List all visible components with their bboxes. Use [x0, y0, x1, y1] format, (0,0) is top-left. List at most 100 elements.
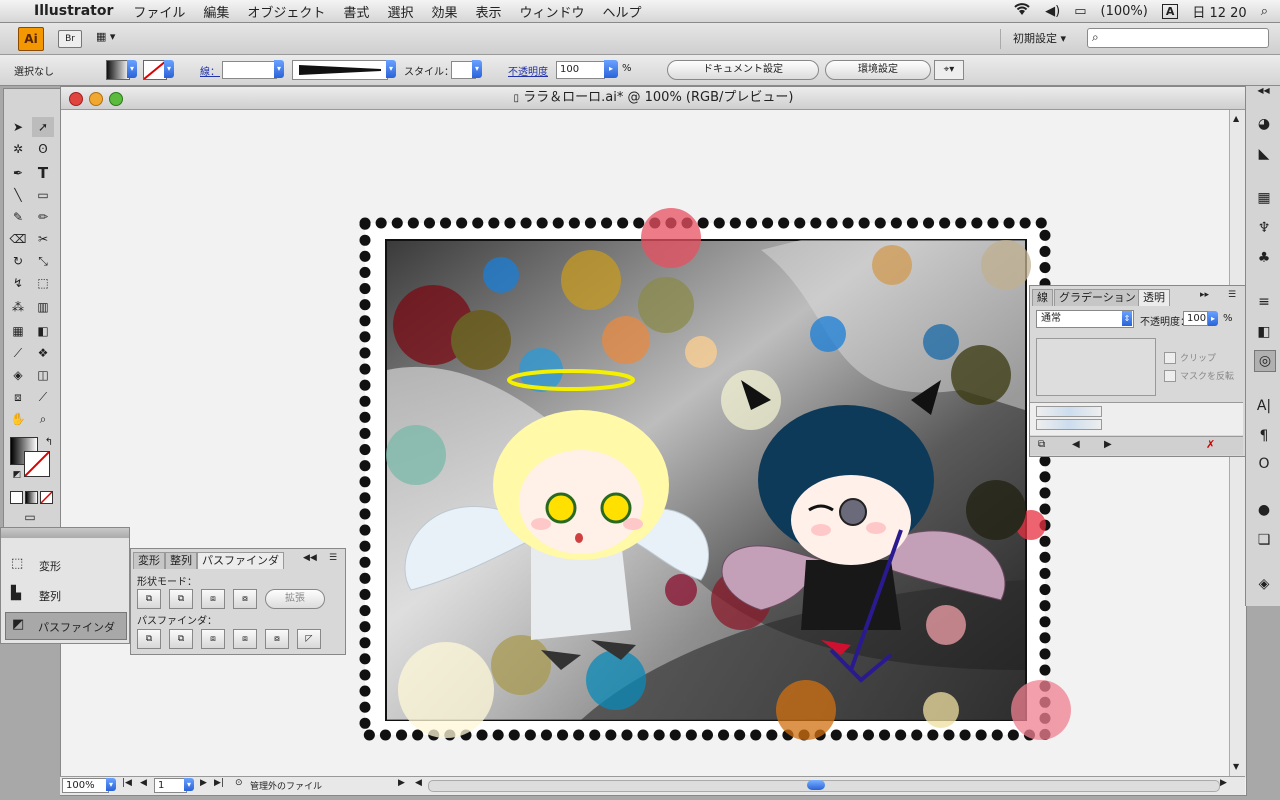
transparency-opacity-input[interactable]: 100 [1183, 311, 1208, 326]
blend-mode-dropdown-icon[interactable]: ⇕ [1122, 311, 1132, 326]
gradient-mode-button[interactable] [25, 491, 38, 504]
stroke-weight-dropdown[interactable]: ▾ [274, 60, 284, 78]
symbols-panel-icon[interactable]: ♣ [1254, 248, 1274, 268]
last-page-button[interactable]: ▶| [214, 778, 224, 788]
tab-transparency[interactable]: 透明 [1138, 289, 1170, 306]
blend-mode-select[interactable]: 通常 [1036, 310, 1134, 328]
scroll-left-arrow-icon[interactable]: ◀ [415, 778, 422, 788]
outline-button[interactable]: ⧇ [265, 629, 289, 649]
crop-button[interactable]: ⧈ [233, 629, 257, 649]
character-panel-icon[interactable]: A| [1254, 396, 1274, 416]
page-number-input[interactable]: 1 [154, 778, 187, 793]
volume-icon[interactable]: ◀) [1045, 4, 1060, 19]
gradient-tool-icon[interactable]: ◧ [32, 321, 54, 341]
panel-menu-icon[interactable]: ☰ [329, 553, 337, 563]
scissors-tool-icon[interactable]: ✂ [32, 229, 54, 249]
delete-icon[interactable]: ✗ [1206, 438, 1215, 451]
new-layer-icon[interactable]: ⧉ [1038, 439, 1045, 450]
input-method-icon[interactable]: A [1161, 3, 1179, 19]
menu-view[interactable]: 表示 [475, 2, 501, 21]
spotlight-search-icon[interactable]: ⌕ [1261, 4, 1268, 19]
gradient-panel-icon[interactable]: ◧ [1254, 322, 1274, 342]
horizontal-scroll-thumb[interactable] [807, 780, 825, 790]
pen-tool-icon[interactable]: ✒ [7, 163, 29, 183]
slice-tool-icon[interactable]: ⟋ [32, 387, 54, 407]
menu-help[interactable]: ヘルプ [603, 2, 642, 21]
pencil-tool-icon[interactable]: ✏ [32, 207, 54, 227]
menu-select[interactable]: 選択 [387, 2, 413, 21]
tab-stroke[interactable]: 線 [1032, 289, 1053, 306]
color-mode-button[interactable] [10, 491, 23, 504]
preferences-button[interactable]: 環境設定 [825, 60, 931, 80]
isolation-mode-button[interactable]: ⌖▾ [934, 60, 964, 80]
warp-tool-icon[interactable]: ↯ [7, 273, 29, 293]
tab-transform[interactable]: 変形 [133, 552, 165, 569]
minus-back-button[interactable]: ◸ [297, 629, 321, 649]
screen-mode-icon[interactable]: ▭ [19, 507, 41, 527]
opacity-label[interactable]: 不透明度 [508, 63, 548, 78]
swatches-panel-icon[interactable]: ▦ [1254, 188, 1274, 208]
selection-tool-icon[interactable]: ➤ [7, 117, 29, 137]
brush-definition[interactable] [292, 60, 388, 80]
tab-align[interactable]: 整列 [165, 552, 197, 569]
layers-panel-icon[interactable]: ◈ [1254, 574, 1274, 594]
lasso-tool-icon[interactable]: ʘ [32, 139, 54, 159]
live-paint-bucket-tool-icon[interactable]: ◈ [7, 365, 29, 385]
direct-selection-tool-icon[interactable]: ➚ [32, 117, 54, 137]
intersect-button[interactable]: ⧈ [201, 589, 225, 609]
stroke-panel-icon[interactable]: ≡ [1254, 292, 1274, 312]
paragraph-panel-icon[interactable]: ¶ [1254, 426, 1274, 446]
next-arrow-icon[interactable]: ▶ [1104, 439, 1112, 450]
horizontal-scrollbar[interactable] [428, 780, 1220, 792]
exclude-button[interactable]: ⧇ [233, 589, 257, 609]
expand-panels-icon[interactable]: ◀◀ [1246, 86, 1280, 98]
opentype-panel-icon[interactable]: O [1254, 454, 1274, 474]
crop-area-tool-icon[interactable]: ⧈ [7, 387, 29, 407]
arrange-documents-button[interactable]: ▦ ▾ [96, 30, 126, 46]
live-paint-selection-tool-icon[interactable]: ◫ [32, 365, 54, 385]
opacity-dropdown[interactable]: ▸ [604, 60, 618, 78]
rectangle-tool-icon[interactable]: ▭ [32, 185, 54, 205]
stroke-weight-input[interactable] [222, 61, 277, 79]
zoom-tool-icon[interactable]: ⌕ [32, 409, 54, 429]
trim-button[interactable]: ⧉ [169, 629, 193, 649]
magic-wand-tool-icon[interactable]: ✲ [7, 139, 29, 159]
color-panel-icon[interactable]: ◕ [1254, 114, 1274, 134]
status-menu-arrow-icon[interactable]: ▶ [398, 778, 405, 788]
paintbrush-tool-icon[interactable]: ✎ [7, 207, 29, 227]
type-tool-icon[interactable]: T [32, 163, 54, 183]
bridge-button[interactable]: Br [58, 30, 82, 48]
transparency-panel-icon[interactable]: ◎ [1254, 350, 1276, 372]
color-guide-panel-icon[interactable]: ◣ [1254, 144, 1274, 164]
eyedropper-tool-icon[interactable]: ⟋ [7, 343, 29, 363]
stroke-label[interactable]: 線： [200, 63, 220, 78]
blend-tool-icon[interactable]: ❖ [32, 343, 54, 363]
collapse-panel-icon[interactable]: ◀◀ [303, 553, 317, 563]
graph-tool-icon[interactable]: ▥ [32, 297, 54, 317]
wifi-icon[interactable] [1013, 2, 1031, 20]
appearance-panel-icon[interactable]: ● [1254, 500, 1274, 520]
scroll-right-arrow-icon[interactable]: ▶ [1220, 778, 1227, 788]
battery-icon[interactable]: ▭ [1074, 4, 1086, 19]
expand-button[interactable]: 拡張 [265, 589, 325, 609]
graphic-style-dropdown[interactable]: ▾ [472, 60, 482, 78]
menu-file[interactable]: ファイル [133, 2, 185, 21]
divide-button[interactable]: ⧉ [137, 629, 161, 649]
clock[interactable]: 日 12 20 [1192, 2, 1246, 21]
none-mode-button[interactable] [40, 491, 53, 504]
fill-dropdown[interactable]: ▾ [127, 60, 137, 78]
layer-list[interactable] [1030, 402, 1243, 435]
rotate-tool-icon[interactable]: ↻ [7, 251, 29, 271]
zoom-window-button[interactable] [109, 92, 123, 106]
panel-item-transform[interactable]: ⬚ 変形 [5, 552, 125, 578]
collapse-panel-icon[interactable]: ▸▸ [1200, 290, 1209, 300]
menu-window[interactable]: ウィンドウ [519, 2, 584, 21]
scroll-up-arrow-icon[interactable]: ▲ [1233, 114, 1242, 123]
panel-item-align[interactable]: ▙ 整列 [5, 582, 125, 608]
page-number-dropdown[interactable]: ▾ [184, 778, 194, 791]
next-page-button[interactable]: ▶ [200, 778, 207, 788]
panel-item-pathfinder[interactable]: ◩ パスファインダ [5, 612, 127, 640]
list-item[interactable] [1036, 419, 1102, 430]
scale-tool-icon[interactable]: ⤡ [32, 251, 54, 271]
menu-object[interactable]: オブジェクト [247, 2, 325, 21]
